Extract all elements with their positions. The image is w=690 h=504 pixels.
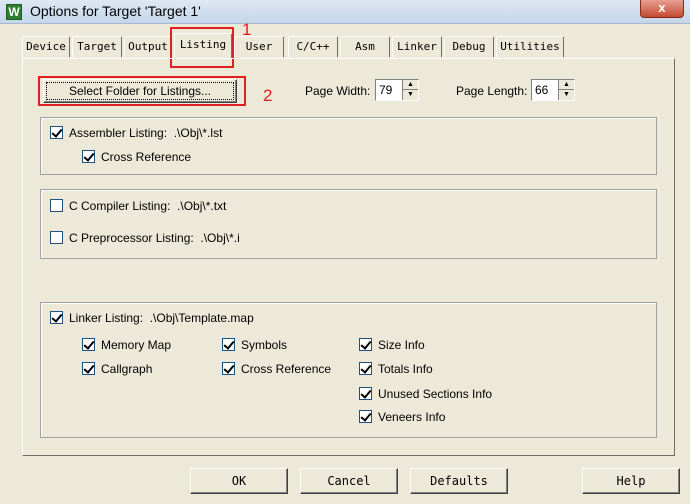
symbols-checkbox[interactable]: Symbols [222,338,287,354]
tab-device[interactable]: Device [22,36,70,57]
checkbox-icon[interactable] [359,362,372,375]
page-width-spinner[interactable]: 79 ▲ ▼ [375,79,419,101]
checkbox-icon[interactable] [82,362,95,375]
page-length-value[interactable]: 66 [535,83,548,97]
close-button[interactable]: x [640,0,684,18]
totals-info-checkbox[interactable]: Totals Info [359,362,433,378]
page-length-label: Page Length: [456,84,528,98]
assembler-listing-checkbox[interactable]: Assembler Listing: .\Obj\*.lst [50,126,222,142]
veneers-info-label: Veneers Info [378,410,446,424]
spin-up-icon[interactable]: ▲ [559,80,574,90]
checkbox-icon[interactable] [222,338,235,351]
c-preprocessor-listing-checkbox[interactable]: C Preprocessor Listing: .\Obj\*.i [50,231,240,247]
linker-listing-path: .\Obj\Template.map [149,311,254,325]
spin-down-icon[interactable]: ▼ [403,90,418,100]
checkbox-icon[interactable] [50,311,63,324]
tab-c-cpp[interactable]: C/C++ [288,36,338,57]
linker-listing-label: Linker Listing: [69,311,144,325]
tab-asm[interactable]: Asm [340,36,390,57]
c-compiler-listing-path: .\Obj\*.txt [177,199,227,213]
memory-map-label: Memory Map [101,338,172,352]
unused-sections-info-checkbox[interactable]: Unused Sections Info [359,387,492,403]
veneers-info-checkbox[interactable]: Veneers Info [359,410,445,426]
cross-reference-label: Cross Reference [101,150,192,164]
c-preprocessor-listing-path: .\Obj\*.i [200,231,240,245]
linker-cross-reference-label: Cross Reference [241,362,332,376]
checkbox-icon[interactable] [359,387,372,400]
help-button[interactable]: Help [582,468,680,494]
tab-utilities[interactable]: Utilities [496,36,564,57]
tab-listing[interactable]: Listing [174,33,232,58]
unused-sections-info-label: Unused Sections Info [378,387,493,401]
checkbox-icon[interactable] [50,199,63,212]
callgraph-checkbox[interactable]: Callgraph [82,362,152,378]
checkbox-icon[interactable] [50,231,63,244]
checkbox-icon[interactable] [359,410,372,423]
linker-cross-reference-checkbox[interactable]: Cross Reference [222,362,331,378]
callgraph-label: Callgraph [101,362,153,376]
checkbox-icon[interactable] [82,338,95,351]
spin-down-icon[interactable]: ▼ [559,90,574,100]
ok-button[interactable]: OK [190,468,288,494]
assembler-cross-reference-checkbox[interactable]: Cross Reference [82,150,191,166]
page-width-label: Page Width: [305,84,371,98]
tab-strip: Device Target Output Listing User C/C++ … [0,33,690,58]
c-compiler-listing-label: C Compiler Listing: [69,199,171,213]
page-width-value[interactable]: 79 [379,83,392,97]
app-icon: W [6,4,22,20]
annotation-number-1: 1 [242,20,252,39]
tab-linker[interactable]: Linker [392,36,442,57]
page-length-spinner[interactable]: 66 ▲ ▼ [531,79,575,101]
select-folder-button[interactable]: Select Folder for Listings... [43,79,237,103]
size-info-label: Size Info [378,338,425,352]
annotation-number-2: 2 [263,86,273,105]
symbols-label: Symbols [241,338,288,352]
assembler-listing-path: .\Obj\*.lst [173,126,223,140]
checkbox-icon[interactable] [222,362,235,375]
c-compiler-listing-checkbox[interactable]: C Compiler Listing: .\Obj\*.txt [50,199,226,215]
page-width-arrows[interactable]: ▲ ▼ [402,80,418,100]
dialog-button-bar: OK Cancel Defaults Help [0,462,690,504]
totals-info-label: Totals Info [378,362,433,376]
assembler-listing-label: Assembler Listing: [69,126,168,140]
window-title: Options for Target 'Target 1' [30,3,201,19]
cancel-button[interactable]: Cancel [300,468,398,494]
memory-map-checkbox[interactable]: Memory Map [82,338,171,354]
defaults-button[interactable]: Defaults [410,468,508,494]
tab-output[interactable]: Output [124,36,172,57]
linker-listing-checkbox[interactable]: Linker Listing: .\Obj\Template.map [50,311,254,327]
c-preprocessor-listing-label: C Preprocessor Listing: [69,231,194,245]
spin-up-icon[interactable]: ▲ [403,80,418,90]
tab-debug[interactable]: Debug [444,36,494,57]
checkbox-icon[interactable] [82,150,95,163]
checkbox-icon[interactable] [359,338,372,351]
checkbox-icon[interactable] [50,126,63,139]
size-info-checkbox[interactable]: Size Info [359,338,425,354]
title-bar: W Options for Target 'Target 1' x [0,0,690,24]
page-length-arrows[interactable]: ▲ ▼ [558,80,574,100]
tab-target[interactable]: Target [72,36,122,57]
